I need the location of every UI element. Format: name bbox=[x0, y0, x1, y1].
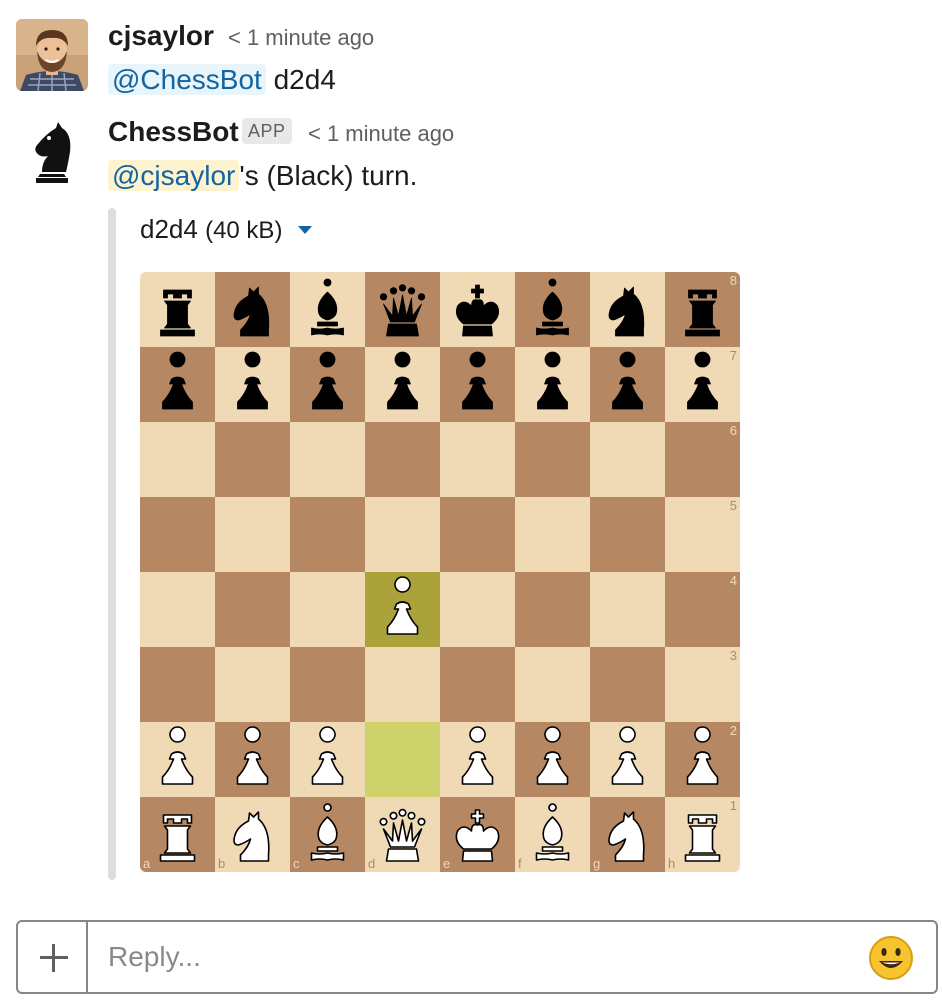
rank-label: 3 bbox=[730, 648, 737, 663]
square-d2 bbox=[365, 722, 440, 797]
attachment-title[interactable]: d2d4 (40 kB) bbox=[140, 214, 312, 245]
square-f6 bbox=[515, 422, 590, 497]
attachment-filename[interactable]: d2d4 bbox=[140, 214, 198, 244]
file-label: g bbox=[593, 856, 600, 871]
square-a6 bbox=[140, 422, 215, 497]
square-e5 bbox=[440, 497, 515, 572]
caret-down-icon[interactable] bbox=[297, 226, 312, 234]
square-g6 bbox=[590, 422, 665, 497]
square-c3 bbox=[290, 647, 365, 722]
square-g3 bbox=[590, 647, 665, 722]
sender-name[interactable]: cjsaylor bbox=[108, 20, 214, 52]
file-label: a bbox=[143, 856, 151, 871]
square-a5 bbox=[140, 497, 215, 572]
square-f3 bbox=[515, 647, 590, 722]
plus-icon[interactable] bbox=[18, 922, 88, 992]
sender-name[interactable]: ChessBot bbox=[108, 116, 239, 148]
square-b4 bbox=[215, 572, 290, 647]
square-c6 bbox=[290, 422, 365, 497]
rank-label: 2 bbox=[730, 723, 737, 738]
square-e4 bbox=[440, 572, 515, 647]
file-label: c bbox=[293, 856, 300, 871]
rank-label: 4 bbox=[730, 573, 737, 588]
chess-board: 8 7 6 5 4 3 2 1 a b c d e f g h bbox=[140, 272, 740, 872]
black-knight-icon bbox=[16, 118, 88, 190]
square-f4 bbox=[515, 572, 590, 647]
square-e3 bbox=[440, 647, 515, 722]
square-h3 bbox=[665, 647, 740, 722]
square-e6 bbox=[440, 422, 515, 497]
reply-input[interactable] bbox=[108, 936, 848, 978]
square-a3 bbox=[140, 647, 215, 722]
chess-board-image[interactable]: 8 7 6 5 4 3 2 1 a b c d e f g h bbox=[140, 272, 740, 872]
timestamp[interactable]: < 1 minute ago bbox=[308, 121, 454, 147]
rank-label: 1 bbox=[730, 798, 737, 813]
avatar-cjsaylor[interactable] bbox=[16, 19, 88, 91]
rank-label: 6 bbox=[730, 423, 737, 438]
file-label: b bbox=[218, 856, 225, 871]
app-badge: APP bbox=[242, 118, 292, 144]
attachment-size: (40 kB) bbox=[205, 217, 283, 244]
square-b3 bbox=[215, 647, 290, 722]
mention-chessbot[interactable]: @ChessBot bbox=[108, 64, 266, 95]
square-h6 bbox=[665, 422, 740, 497]
mention-cjsaylor[interactable]: @cjsaylor bbox=[108, 160, 240, 191]
square-g4 bbox=[590, 572, 665, 647]
square-a4 bbox=[140, 572, 215, 647]
message-cjsaylor: cjsaylor < 1 minute ago @ChessBot d2d4 bbox=[0, 0, 942, 100]
file-label: h bbox=[668, 856, 675, 871]
message-body: d2d4 bbox=[265, 64, 336, 95]
square-g5 bbox=[590, 497, 665, 572]
timestamp[interactable]: < 1 minute ago bbox=[228, 25, 374, 51]
attachment-border bbox=[108, 208, 116, 880]
square-f5 bbox=[515, 497, 590, 572]
message-text: @ChessBot d2d4 bbox=[108, 62, 336, 98]
rank-label: 5 bbox=[730, 498, 737, 513]
file-label: d bbox=[368, 856, 375, 871]
square-d5 bbox=[365, 497, 440, 572]
square-d3 bbox=[365, 647, 440, 722]
file-label: f bbox=[518, 856, 522, 871]
message-body: 's (Black) turn. bbox=[239, 160, 418, 191]
square-h4 bbox=[665, 572, 740, 647]
message-text: @cjsaylor's (Black) turn. bbox=[108, 158, 417, 194]
square-b6 bbox=[215, 422, 290, 497]
rank-label: 7 bbox=[730, 348, 737, 363]
square-h5 bbox=[665, 497, 740, 572]
square-c5 bbox=[290, 497, 365, 572]
avatar-chessbot[interactable] bbox=[16, 118, 88, 190]
smiley-face-icon[interactable] bbox=[868, 935, 914, 981]
square-d6 bbox=[365, 422, 440, 497]
rank-label: 8 bbox=[730, 273, 737, 288]
file-label: e bbox=[443, 856, 450, 871]
square-c4 bbox=[290, 572, 365, 647]
square-b5 bbox=[215, 497, 290, 572]
message-composer[interactable] bbox=[16, 920, 938, 994]
